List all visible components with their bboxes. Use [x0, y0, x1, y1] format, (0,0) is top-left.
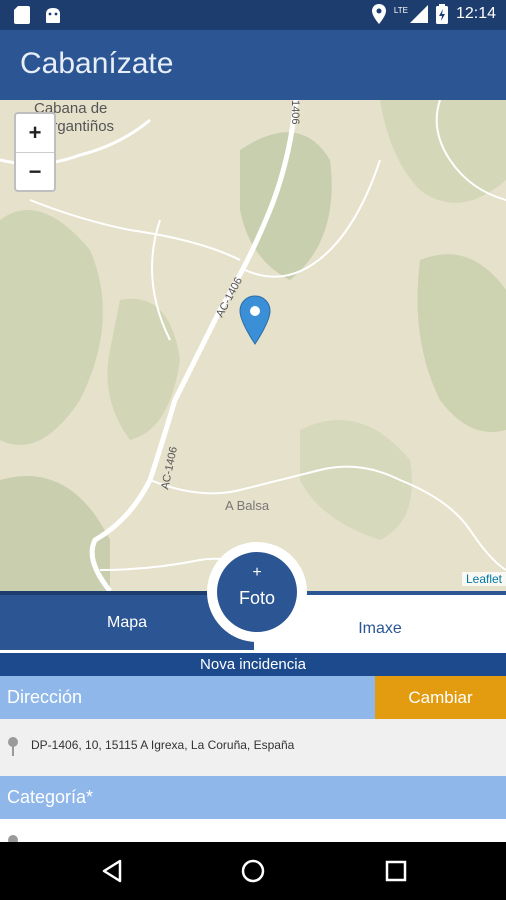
- address-section-title: Dirección: [7, 687, 83, 707]
- zoom-out-button[interactable]: −: [16, 153, 54, 191]
- app-title: Cabanízate: [20, 47, 174, 80]
- map-view[interactable]: Cabana de Bergantiños AC-1406 AC-1406 14…: [0, 100, 506, 591]
- recents-icon[interactable]: [385, 860, 407, 882]
- map-label-village: A Balsa: [225, 498, 270, 513]
- change-address-button[interactable]: Cambiar: [375, 676, 506, 719]
- new-incident-banner: Nova incidencia: [0, 653, 506, 676]
- map-label-road: 1406: [289, 100, 301, 124]
- app-bar: Cabanízate: [0, 30, 506, 100]
- clock: 12:14: [455, 5, 496, 22]
- map-tiles[interactable]: Cabana de Bergantiños AC-1406 AC-1406 14…: [0, 100, 506, 591]
- status-bar: LTE 12:14: [0, 0, 506, 30]
- add-photo-icon: +: [252, 564, 262, 581]
- category-section-header: Categoría*: [0, 776, 506, 819]
- android-icon: [46, 8, 60, 23]
- map-attribution-link[interactable]: Leaflet: [461, 572, 506, 586]
- address-row: DP-1406, 10, 15115 A Igrexa, La Coruña, …: [0, 719, 506, 776]
- navigation-bar: [0, 842, 506, 900]
- lte-label: LTE: [393, 5, 408, 15]
- pin-icon: [8, 737, 18, 756]
- battery-charging-icon: [435, 4, 448, 24]
- back-icon[interactable]: [100, 859, 124, 883]
- category-row[interactable]: [0, 819, 506, 845]
- sd-card-icon: [14, 6, 30, 24]
- home-icon[interactable]: [240, 858, 266, 884]
- zoom-control: + −: [14, 112, 56, 192]
- photo-fab[interactable]: + Foto: [207, 542, 307, 642]
- address-value: DP-1406, 10, 15115 A Igrexa, La Coruña, …: [31, 738, 295, 752]
- photo-label: Foto: [238, 588, 276, 608]
- zoom-in-button[interactable]: +: [16, 114, 54, 153]
- location-icon: [371, 4, 386, 24]
- category-section-title: Categoría*: [7, 787, 94, 807]
- photo-button[interactable]: + Foto: [217, 552, 297, 632]
- lte-signal-icon: [409, 5, 428, 23]
